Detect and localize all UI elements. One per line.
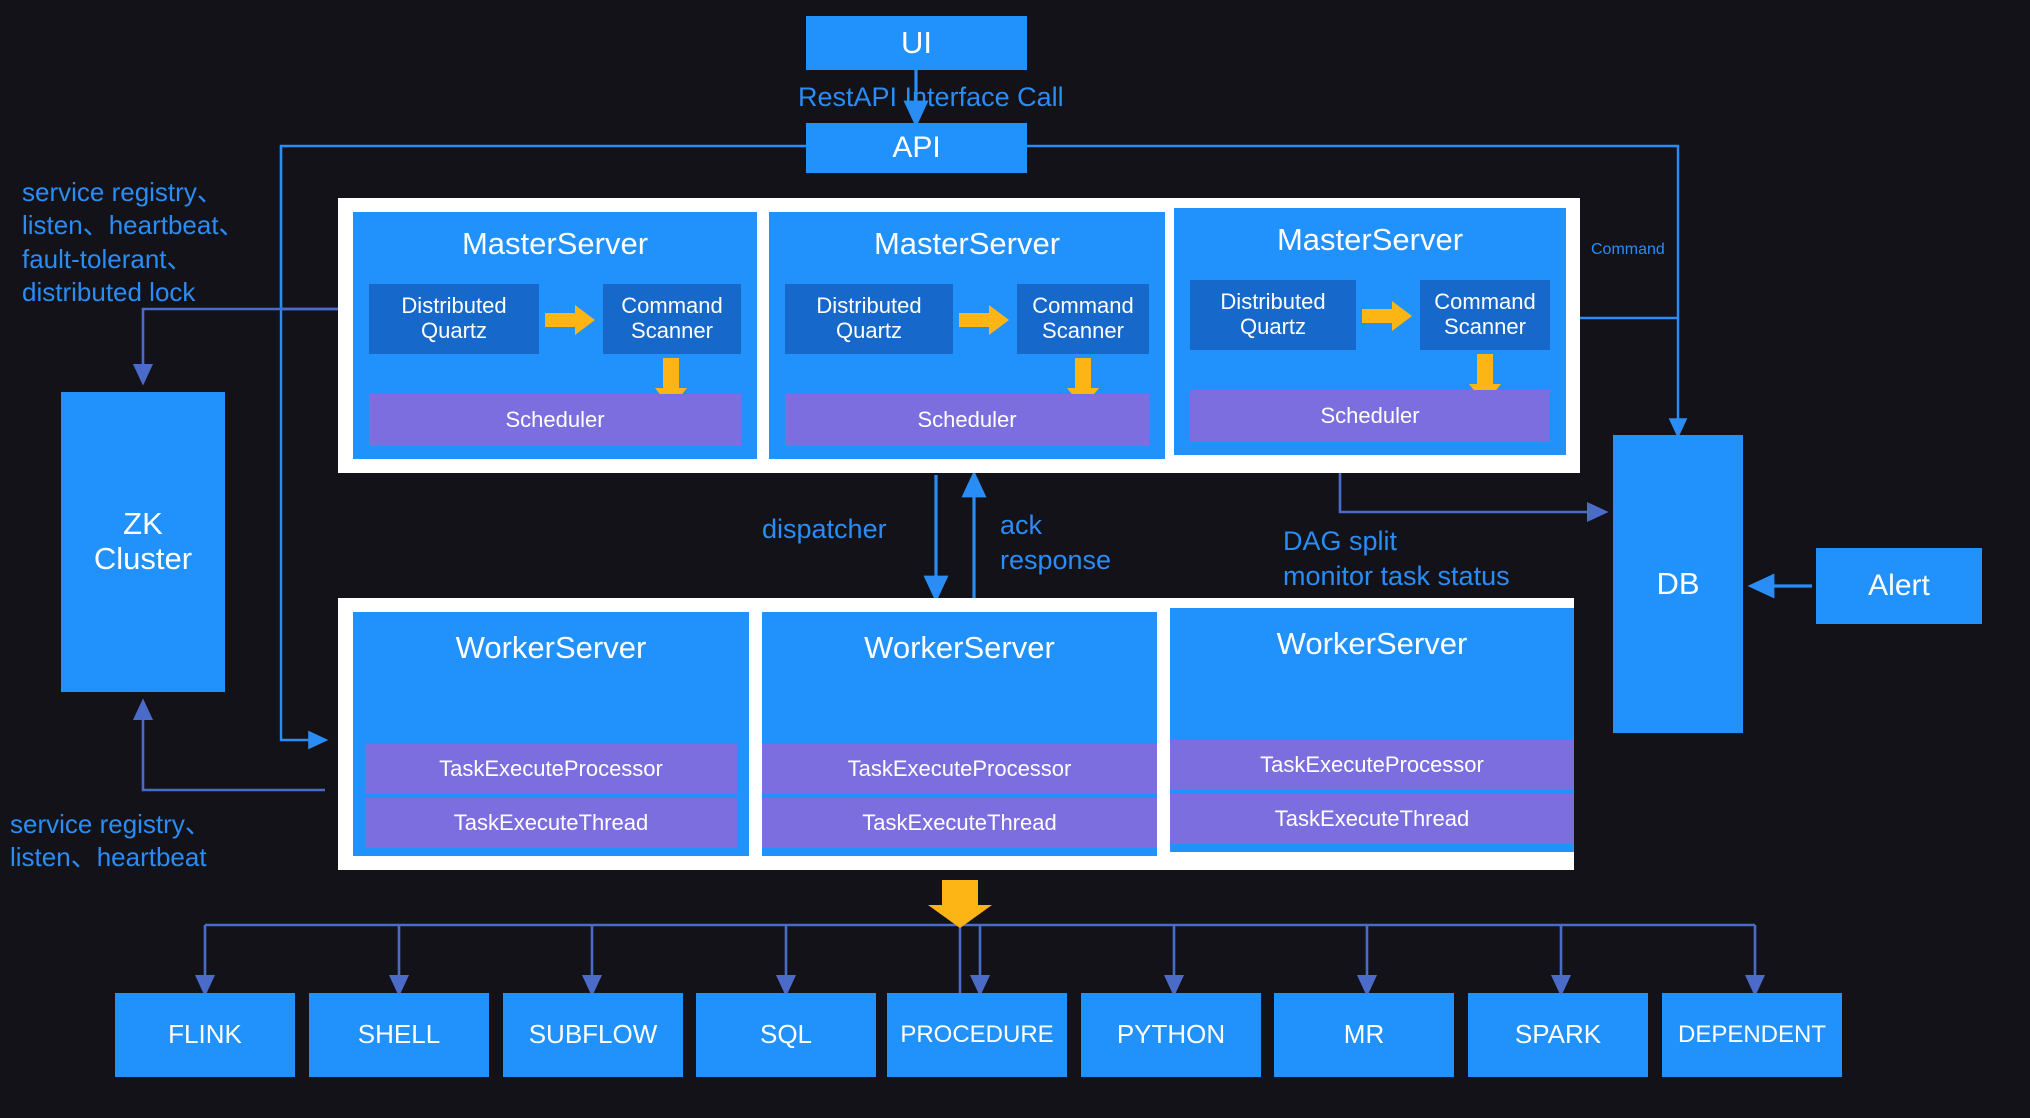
worker-server-3[interactable]: WorkerServer TaskExecuteProcessor TaskEx… [1170, 608, 1574, 852]
task-type-spark[interactable]: SPARK [1468, 993, 1648, 1077]
worker-server-3-title: WorkerServer [1276, 626, 1468, 661]
master-server-2-distributed-quartz[interactable]: Distributed Quartz [785, 284, 953, 354]
master-server-1-command-scanner[interactable]: Command Scanner [603, 284, 741, 354]
task-type-flink[interactable]: FLINK [115, 993, 295, 1077]
worker-server-1-task-execute-thread[interactable]: TaskExecuteThread [365, 798, 737, 848]
edge-label-ack-response: ack response [1000, 510, 1112, 575]
master-server-2-scheduler[interactable]: Scheduler [785, 394, 1149, 446]
edge-label-dispatcher: dispatcher [762, 514, 887, 544]
master-server-1-distributed-quartz[interactable]: Distributed Quartz [369, 284, 539, 354]
node-api[interactable]: API [806, 123, 1027, 173]
task-type-python[interactable]: PYTHON [1081, 993, 1261, 1077]
master-server-3-scheduler[interactable]: Scheduler [1190, 390, 1550, 442]
master-server-1-scheduler[interactable]: Scheduler [369, 394, 741, 446]
worker-server-1-title: WorkerServer [455, 630, 647, 665]
edge-label-command: Command [1591, 241, 1665, 258]
node-db[interactable]: DB [1613, 435, 1743, 733]
worker-server-3-task-execute-thread[interactable]: TaskExecuteThread [1170, 794, 1574, 844]
master-server-2-title: MasterServer [873, 226, 1061, 261]
task-type-dependent[interactable]: DEPENDENT [1662, 993, 1842, 1077]
master-server-3-title: MasterServer [1276, 222, 1464, 257]
master-server-1-title: MasterServer [461, 226, 649, 261]
worker-server-1[interactable]: WorkerServer TaskExecuteProcessor TaskEx… [353, 612, 749, 856]
master-server-3-arrow-right-icon [1362, 301, 1412, 331]
master-server-1[interactable]: MasterServer Distributed Quartz Command … [353, 212, 757, 459]
master-server-3-command-scanner[interactable]: Command Scanner [1420, 280, 1550, 350]
worker-server-1-task-execute-processor[interactable]: TaskExecuteProcessor [365, 744, 737, 794]
architecture-diagram: UI RestAPI Interface Call API service re… [0, 0, 2030, 1118]
node-ui[interactable]: UI [806, 16, 1027, 70]
edge-label-zk-master: service registry、 listen、heartbeat、 faul… [22, 177, 245, 307]
task-type-subflow[interactable]: SUBFLOW [503, 993, 683, 1077]
task-type-mr[interactable]: MR [1274, 993, 1454, 1077]
master-server-3[interactable]: MasterServer Distributed Quartz Command … [1174, 208, 1566, 455]
task-type-shell[interactable]: SHELL [309, 993, 489, 1077]
orange-arrow-down-workers [928, 880, 992, 928]
worker-server-2-task-execute-processor[interactable]: TaskExecuteProcessor [762, 744, 1157, 794]
master-server-2[interactable]: MasterServer Distributed Quartz Command … [769, 212, 1165, 459]
master-server-2-command-scanner[interactable]: Command Scanner [1017, 284, 1149, 354]
master-server-3-distributed-quartz[interactable]: Distributed Quartz [1190, 280, 1356, 350]
task-type-procedure[interactable]: PROCEDURE [887, 993, 1067, 1077]
node-zk-cluster[interactable]: ZK Cluster [61, 392, 225, 692]
worker-server-2-task-execute-thread[interactable]: TaskExecuteThread [762, 798, 1157, 848]
worker-server-3-task-execute-processor[interactable]: TaskExecuteProcessor [1170, 740, 1574, 790]
edge-label-restapi: RestAPI Interface Call [798, 82, 1064, 112]
edge-label-dag-split: DAG split monitor task status [1283, 526, 1510, 591]
edge-label-zk-worker: service registry、 listen、heartbeat [10, 809, 211, 873]
worker-server-2-title: WorkerServer [864, 630, 1055, 665]
worker-server-2[interactable]: WorkerServer TaskExecuteProcessor TaskEx… [762, 612, 1157, 856]
task-type-sql[interactable]: SQL [696, 993, 876, 1077]
master-server-2-arrow-right-icon [959, 305, 1009, 335]
master-server-1-arrow-right-icon [545, 305, 595, 335]
node-alert[interactable]: Alert [1816, 548, 1982, 624]
